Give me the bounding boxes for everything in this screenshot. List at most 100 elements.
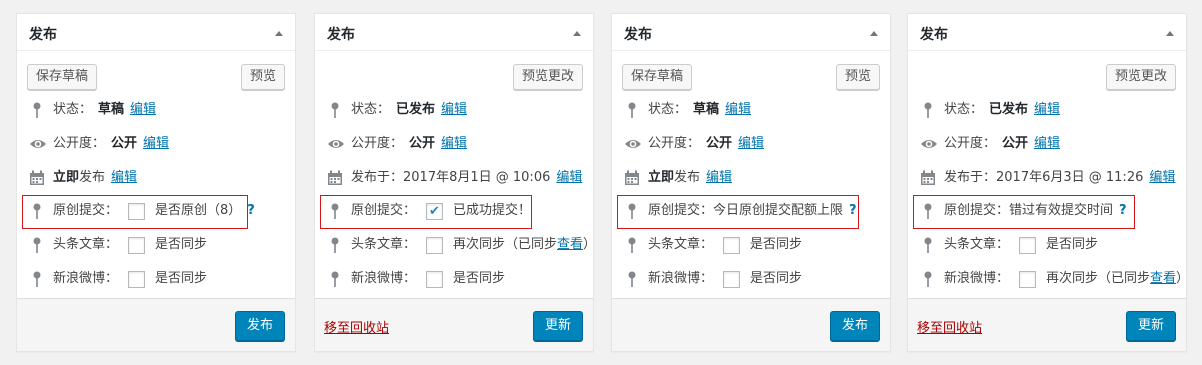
save-draft-button[interactable]: 保存草稿 [622, 64, 693, 90]
weibo-view-link[interactable]: 查看 [1150, 268, 1176, 290]
help-icon[interactable]: ? [1119, 200, 1127, 222]
status-row: 状态： 已发布 编辑 [920, 99, 1060, 121]
visibility-value: 公开 [409, 136, 436, 151]
checkmark-icon: ✔ [429, 203, 440, 219]
schedule-row: 立即 发布 编辑 [624, 167, 732, 189]
box-title: 发布 [327, 27, 355, 43]
status-label: 状态： [53, 102, 93, 117]
publish-box-1: 发布 保存草稿 预览 状态： 草稿 编辑 公开度： 公开 编辑 立即 发布 编辑… [16, 13, 296, 352]
status-value: 草稿 [98, 102, 125, 117]
edit-visibility-link[interactable]: 编辑 [143, 133, 169, 155]
preview-button[interactable]: 预览 [835, 64, 880, 90]
status-label: 状态： [648, 102, 688, 117]
weibo-text: 是否同步 [750, 271, 803, 286]
preview-changes-button[interactable]: 预览更改 [512, 64, 583, 90]
weibo-text: 是否同步 [453, 271, 506, 286]
box-footer: 发布 [17, 298, 295, 351]
visibility-row: 公开度： 公开 编辑 [327, 133, 467, 155]
edit-status-link[interactable]: 编辑 [1034, 99, 1060, 121]
help-icon[interactable]: ? [247, 200, 255, 222]
schedule-row: 发布于：2017年6月3日 @ 11:26 编辑 [920, 167, 1175, 189]
weibo-label: 新浪微博： [53, 271, 119, 286]
preview-button[interactable]: 预览 [240, 64, 285, 90]
box-header: 发布 [612, 14, 890, 51]
edit-schedule-link[interactable]: 编辑 [556, 167, 582, 189]
schedule-text: 发布于：2017年8月1日 @ 10:06 [351, 170, 551, 185]
toutiao-text: 是否同步 [1046, 237, 1099, 252]
original-label: 原创提交： [53, 203, 119, 218]
box-header: 发布 [17, 14, 295, 51]
collapse-arrow-icon[interactable] [275, 31, 283, 36]
original-checkbox[interactable]: ✔ [426, 202, 444, 220]
schedule-text: 发布 [674, 170, 701, 185]
move-to-trash-link[interactable]: 移至回收站 [324, 317, 389, 336]
schedule-row: 立即 发布 编辑 [29, 167, 137, 189]
toutiao-text: 是否同步 [155, 237, 208, 252]
edit-status-link[interactable]: 编辑 [725, 99, 751, 121]
collapse-arrow-icon[interactable] [1166, 31, 1174, 36]
eye-icon [327, 136, 345, 152]
edit-visibility-link[interactable]: 编辑 [441, 133, 467, 155]
publish-button[interactable]: 发布 [234, 311, 285, 341]
toutiao-view-link[interactable]: 查看 [557, 234, 583, 256]
publish-button[interactable]: 发布 [829, 311, 880, 341]
toutiao-checkbox[interactable] [1019, 236, 1037, 254]
edit-status-link[interactable]: 编辑 [441, 99, 467, 121]
toutiao-label: 头条文章： [53, 237, 119, 252]
calendar-icon [327, 170, 343, 186]
weibo-checkbox[interactable] [426, 270, 444, 288]
update-button[interactable]: 更新 [1125, 311, 1176, 341]
edit-visibility-link[interactable]: 编辑 [1034, 133, 1060, 155]
preview-changes-button[interactable]: 预览更改 [1105, 64, 1176, 90]
visibility-value: 公开 [111, 136, 138, 151]
weibo-row: 新浪微博： 是否同步 [624, 268, 802, 290]
weibo-checkbox[interactable] [723, 270, 741, 288]
box-footer: 移至回收站 更新 [315, 298, 593, 351]
edit-visibility-link[interactable]: 编辑 [738, 133, 764, 155]
eye-icon [29, 136, 47, 152]
edit-status-link[interactable]: 编辑 [130, 99, 156, 121]
collapse-arrow-icon[interactable] [573, 31, 581, 36]
weibo-label: 新浪微博： [351, 271, 417, 286]
publish-box-2: 发布 预览更改 状态： 已发布 编辑 公开度： 公开 编辑 发布于：2017年8… [314, 13, 596, 352]
toutiao-row: 头条文章： 再次同步（已同步 查看 ） [327, 234, 596, 256]
toutiao-checkbox[interactable] [426, 236, 444, 254]
edit-schedule-link[interactable]: 编辑 [111, 167, 137, 189]
update-button[interactable]: 更新 [532, 311, 583, 341]
edit-schedule-link[interactable]: 编辑 [706, 167, 732, 189]
collapse-arrow-icon[interactable] [870, 31, 878, 36]
status-label: 状态： [351, 102, 391, 117]
edit-schedule-link[interactable]: 编辑 [1149, 167, 1175, 189]
toutiao-close: ） [583, 237, 597, 252]
help-icon[interactable]: ? [849, 200, 857, 222]
toutiao-text: 是否同步 [750, 237, 803, 252]
schedule-text: 发布 [79, 170, 106, 185]
move-to-trash-link[interactable]: 移至回收站 [917, 317, 982, 336]
toutiao-checkbox[interactable] [128, 236, 146, 254]
box-title: 发布 [29, 27, 57, 43]
pin-icon [33, 271, 41, 287]
save-draft-button[interactable]: 保存草稿 [27, 64, 98, 90]
visibility-label: 公开度： [53, 136, 106, 151]
original-checkbox[interactable] [128, 202, 146, 220]
weibo-label: 新浪微博： [944, 271, 1010, 286]
calendar-icon [624, 170, 640, 186]
weibo-text: 再次同步（已同步 [1046, 271, 1151, 286]
eye-icon [920, 136, 938, 152]
original-row: 原创提交： 是否原创（8） ? [29, 200, 255, 222]
weibo-label: 新浪微博： [648, 271, 714, 286]
weibo-checkbox[interactable] [1019, 270, 1037, 288]
pin-icon [33, 102, 41, 118]
weibo-checkbox[interactable] [128, 270, 146, 288]
status-value: 已发布 [396, 102, 436, 117]
pin-icon [33, 203, 41, 219]
status-row: 状态： 草稿 编辑 [624, 99, 751, 121]
original-label: 原创提交： [648, 203, 714, 218]
toutiao-checkbox[interactable] [723, 236, 741, 254]
original-label: 原创提交： [351, 203, 417, 218]
status-value: 草稿 [693, 102, 720, 117]
status-value: 已发布 [989, 102, 1029, 117]
visibility-value: 公开 [706, 136, 733, 151]
toutiao-row: 头条文章： 是否同步 [624, 234, 802, 256]
status-row: 状态： 已发布 编辑 [327, 99, 467, 121]
